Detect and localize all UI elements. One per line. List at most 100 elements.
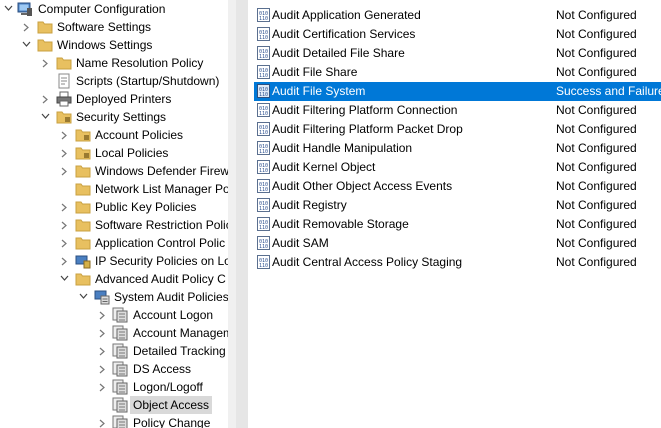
chevron-right-icon[interactable] bbox=[22, 18, 32, 36]
policy-setting: Not Configured bbox=[556, 46, 637, 60]
list-item[interactable]: 010 110 Audit Filtering Platform Connecti… bbox=[254, 101, 661, 120]
policy-setting-icon: 010 110 bbox=[257, 27, 271, 42]
chevron-right-icon[interactable] bbox=[60, 126, 70, 144]
list-item[interactable]: 010 110 Audit SAM Not Configured bbox=[254, 234, 661, 253]
list-item[interactable]: 010 110 Audit Certification Services Not … bbox=[254, 25, 661, 44]
folder-icon bbox=[75, 181, 91, 197]
list-item[interactable]: 010 110 Audit Handle Manipulation Not Con… bbox=[254, 139, 661, 158]
list-item-selected[interactable]: 010 110 Audit File System Success and Fai… bbox=[254, 82, 661, 101]
chevron-right-icon[interactable] bbox=[98, 414, 108, 428]
policy-name: Audit File System bbox=[272, 84, 366, 98]
list-item[interactable]: 010 110 Audit Registry Not Configured bbox=[254, 196, 661, 215]
chevron-right-icon[interactable] bbox=[98, 306, 108, 324]
policy-setting-icon: 010 110 bbox=[257, 46, 271, 61]
chevron-right-icon[interactable] bbox=[98, 342, 108, 360]
tree-label: DS Access bbox=[133, 362, 192, 376]
policy-name: Audit SAM bbox=[272, 236, 329, 250]
chevron-down-icon[interactable] bbox=[21, 36, 31, 54]
policy-name: Audit Kernel Object bbox=[272, 160, 376, 174]
policy-setting: Not Configured bbox=[556, 255, 637, 269]
policy-setting: Not Configured bbox=[556, 103, 637, 117]
policy-category-icon bbox=[112, 415, 128, 428]
chevron-right-icon[interactable] bbox=[60, 198, 70, 216]
security-folder-icon bbox=[75, 127, 91, 143]
svg-text:110: 110 bbox=[259, 244, 268, 250]
policy-name: Audit Filtering Platform Connection bbox=[272, 103, 458, 117]
tree-label: Account Policies bbox=[95, 128, 184, 142]
chevron-right-icon[interactable] bbox=[41, 90, 51, 108]
tree-label: System Audit Policies bbox=[114, 290, 228, 304]
pane-splitter[interactable] bbox=[228, 0, 236, 428]
policy-setting-icon: 010 110 bbox=[257, 65, 271, 80]
folder-icon bbox=[75, 199, 91, 215]
tree-label: Account Logon bbox=[133, 308, 214, 322]
svg-text:110: 110 bbox=[259, 16, 268, 22]
chevron-right-icon[interactable] bbox=[41, 54, 51, 72]
tree-label: Windows Settings bbox=[57, 38, 153, 52]
policy-setting-icon: 010 110 bbox=[257, 236, 271, 251]
policy-setting-icon: 010 110 bbox=[257, 141, 271, 156]
list-item[interactable]: 010 110 Audit Other Object Access Events … bbox=[254, 177, 661, 196]
tree-label: Policy Change bbox=[133, 416, 211, 428]
folder-icon bbox=[37, 19, 53, 35]
policy-category-icon bbox=[112, 361, 128, 377]
chevron-right-icon[interactable] bbox=[60, 234, 70, 252]
chevron-down-icon[interactable] bbox=[78, 288, 88, 306]
list-item[interactable]: 010 110 Audit Filtering Platform Packet D… bbox=[254, 120, 661, 139]
policy-setting-icon: 010 110 bbox=[257, 255, 271, 270]
policy-setting-icon: 010 110 bbox=[257, 198, 271, 213]
chevron-right-icon[interactable] bbox=[60, 252, 70, 270]
chevron-down-icon[interactable] bbox=[40, 108, 50, 126]
policy-setting: Not Configured bbox=[556, 65, 637, 79]
policy-setting-icon: 010 110 bbox=[257, 179, 271, 194]
chevron-right-icon[interactable] bbox=[98, 378, 108, 396]
script-icon bbox=[56, 73, 72, 89]
list-item[interactable]: 010 110 Audit Central Access Policy Stagi… bbox=[254, 253, 661, 272]
policy-setting-icon: 010 110 bbox=[257, 84, 271, 99]
tree-label: Deployed Printers bbox=[76, 92, 172, 106]
printer-icon bbox=[56, 91, 72, 107]
list-item[interactable]: 010 110 Audit File Share Not Configured bbox=[254, 63, 661, 82]
ip-security-icon bbox=[75, 253, 91, 269]
tree-label: Name Resolution Policy bbox=[76, 56, 204, 70]
policy-name: Audit Certification Services bbox=[272, 27, 416, 41]
chevron-right-icon[interactable] bbox=[60, 144, 70, 162]
chevron-down-icon[interactable] bbox=[3, 0, 13, 18]
chevron-down-icon[interactable] bbox=[59, 270, 69, 288]
tree-label: Security Settings bbox=[76, 110, 167, 124]
tree-label: Advanced Audit Policy C bbox=[95, 272, 226, 286]
list-item[interactable]: 010 110 Audit Kernel Object Not Configure… bbox=[254, 158, 661, 177]
policy-setting-icon: 010 110 bbox=[257, 8, 271, 23]
chevron-right-icon[interactable] bbox=[60, 162, 70, 180]
chevron-right-icon[interactable] bbox=[60, 216, 70, 234]
folder-icon bbox=[75, 217, 91, 233]
tree-label: Local Policies bbox=[95, 146, 169, 160]
tree-label: Object Access bbox=[130, 396, 213, 414]
policy-setting: Not Configured bbox=[556, 179, 637, 193]
policy-setting-icon: 010 110 bbox=[257, 160, 271, 175]
chevron-right-icon[interactable] bbox=[98, 324, 108, 342]
policy-category-icon bbox=[112, 325, 128, 341]
svg-text:110: 110 bbox=[259, 92, 268, 98]
policy-setting: Not Configured bbox=[556, 27, 637, 41]
tree-label: Detailed Tracking bbox=[133, 344, 226, 358]
navigation-tree: Computer Configuration Software Settings… bbox=[0, 0, 228, 428]
policy-setting: Not Configured bbox=[556, 122, 637, 136]
list-item[interactable]: 010 110 Audit Detailed File Share Not Con… bbox=[254, 44, 661, 63]
svg-text:110: 110 bbox=[259, 263, 268, 269]
tree-label: Logon/Logoff bbox=[133, 380, 203, 394]
policy-category-icon bbox=[112, 307, 128, 323]
policy-setting: Not Configured bbox=[556, 198, 637, 212]
policy-setting: Not Configured bbox=[556, 217, 637, 231]
policy-name: Audit Detailed File Share bbox=[272, 46, 405, 60]
chevron-right-icon[interactable] bbox=[98, 360, 108, 378]
list-item[interactable]: 010 110 Audit Removable Storage Not Confi… bbox=[254, 215, 661, 234]
folder-icon bbox=[56, 55, 72, 71]
policy-name: Audit Application Generated bbox=[272, 8, 421, 22]
svg-text:110: 110 bbox=[259, 187, 268, 193]
policy-setting-icon: 010 110 bbox=[257, 103, 271, 118]
tree-label: IP Security Policies on Lo bbox=[95, 254, 228, 268]
security-folder-icon bbox=[56, 109, 72, 125]
list-item[interactable]: 010 110 Audit Application Generated Not C… bbox=[254, 6, 661, 25]
policy-name: Audit Handle Manipulation bbox=[272, 141, 413, 155]
